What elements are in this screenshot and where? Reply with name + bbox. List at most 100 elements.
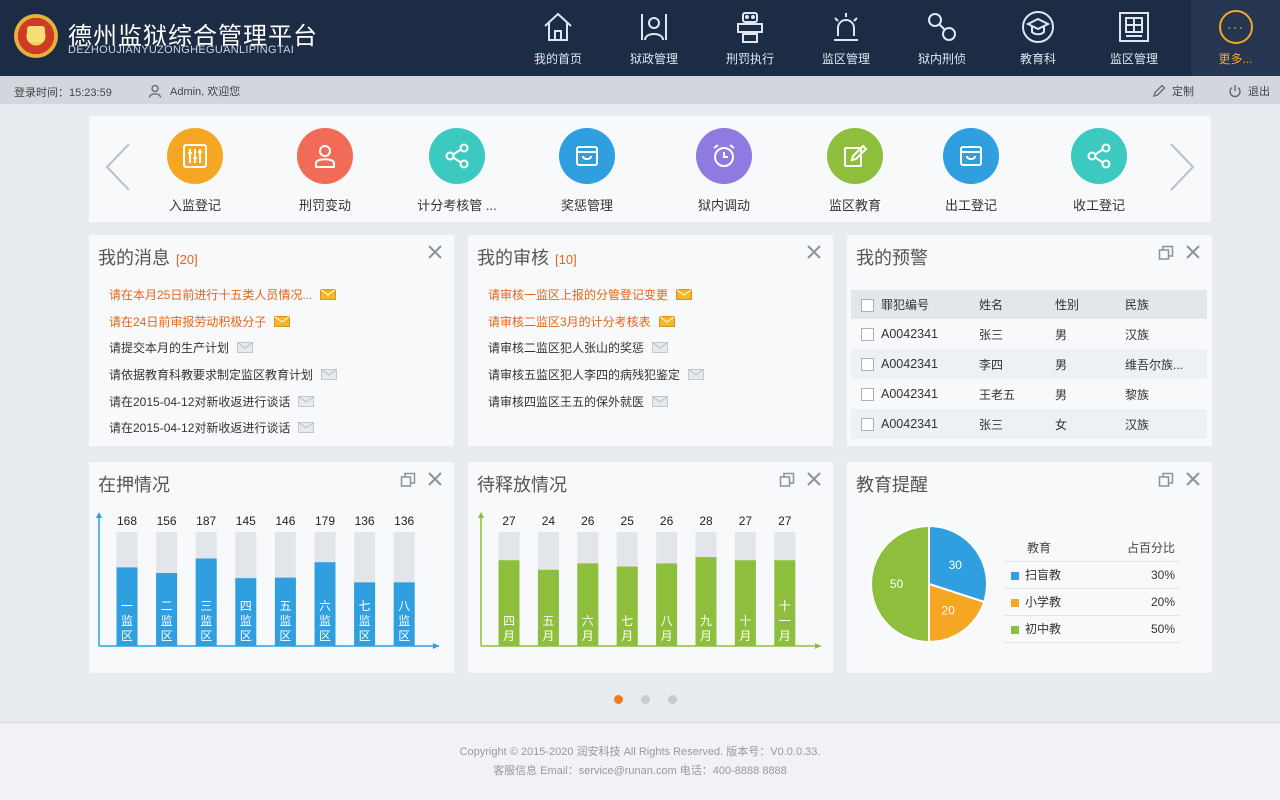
row-checkbox[interactable] [861, 388, 874, 402]
nav-item-education[interactable]: 教育科 [990, 0, 1086, 76]
nav-item-prison-admin[interactable]: 狱政管理 [606, 0, 702, 76]
table-cell: 女 [1055, 409, 1125, 439]
close-icon[interactable] [428, 472, 442, 486]
shortcut-ward-education[interactable]: 监区教育 [795, 128, 915, 214]
building-grid-icon [1119, 12, 1149, 42]
cart-box-icon [576, 146, 598, 166]
contact-text: 客服信息 Email：service@runan.com 电话：400-8888… [493, 765, 787, 777]
nav-item-penalty[interactable]: 刑罚执行 [702, 0, 798, 76]
x-axis-arrow [433, 643, 439, 649]
logout-button[interactable]: 退出 [1228, 83, 1270, 99]
panel-title: 我的消息 [20] [98, 244, 198, 270]
row-select-cell [851, 349, 881, 379]
slice-label: 50 [890, 577, 904, 591]
list-item[interactable]: 请审核一监区上报的分管登记变更 [488, 281, 704, 308]
restore-window-icon[interactable] [400, 472, 416, 488]
nav-label: 监区管理 [1109, 52, 1158, 66]
messages-title: 我的消息 [98, 248, 170, 268]
top-bar: 德州监狱综合管理平台 DEZHOUJIANYUZONGHEGUANLIPINGT… [0, 0, 1280, 76]
shortcut-penalty-change[interactable]: 刑罚变动 [265, 128, 385, 214]
nav-item-home[interactable]: 我的首页 [510, 0, 606, 76]
nav-item-ward[interactable]: 监区管理 [798, 0, 894, 76]
nav-item-ward-2[interactable]: 监区管理 [1086, 0, 1182, 76]
category-label: 监 [319, 614, 331, 628]
table-cell: 黎族 [1125, 387, 1150, 402]
close-icon[interactable] [428, 245, 442, 259]
list-item[interactable]: 请在24日前审报劳动积极分子 [109, 308, 337, 335]
table-row[interactable]: A0042341 李四男维吾尔族... [851, 349, 1207, 379]
close-icon[interactable] [807, 245, 821, 259]
select-all-checkbox[interactable] [861, 298, 874, 312]
row-checkbox[interactable] [861, 358, 874, 372]
nav-item-investigation[interactable]: 狱内刑侦 [894, 0, 990, 76]
list-item[interactable]: 请在2015-04-12对新收返进行谈话 [109, 388, 337, 415]
app-subtitle: DEZHOUJIANYUZONGHEGUANLIPINGTAI [68, 44, 295, 56]
shortcut-transfer[interactable]: 狱内调动 [664, 128, 784, 214]
shortcut-rewards[interactable]: 奖惩管理 [527, 128, 647, 214]
nav-label: 我的首页 [533, 52, 582, 66]
category-label: 区 [161, 629, 173, 643]
column-header: 罪犯编号 [881, 290, 979, 319]
page-dot[interactable] [641, 695, 650, 704]
list-item[interactable]: 请审核二监区犯人张山的奖惩 [488, 334, 704, 361]
category-label: 二 [161, 599, 173, 613]
page-dot[interactable] [614, 695, 623, 704]
list-item[interactable]: 请提交本月的生产计划 [109, 334, 337, 361]
ellipsis-icon: ··· [1218, 10, 1253, 44]
category-label: 六 [582, 614, 594, 628]
restore-window-icon[interactable] [1158, 472, 1174, 488]
nav-label: 狱内刑侦 [917, 52, 966, 66]
list-item[interactable]: 请依据教育科教要求制定监区教育计划 [109, 361, 338, 388]
education-panel: 教育提醒 30 20 50 教育 占百分比 扫盲教 30% 小学教 20% 初中教 50% [847, 462, 1212, 673]
nav-more-button[interactable]: ··· 更多... [1191, 0, 1280, 76]
close-icon[interactable] [1186, 245, 1200, 259]
category-label: 监 [161, 614, 173, 628]
data-label: 27 [739, 514, 753, 528]
category-label: 六 [319, 599, 331, 613]
alarm-light-icon [834, 13, 858, 41]
list-item[interactable]: 请审核二监区3月的计分考核表 [488, 308, 704, 335]
shortcut-score-assessment[interactable]: 计分考核管 ... [397, 128, 517, 214]
legend-row: 小学教 20% [1005, 588, 1179, 616]
data-label: 27 [502, 514, 516, 528]
row-checkbox[interactable] [861, 418, 874, 432]
panel-title: 我的审核 [10] [477, 244, 577, 270]
list-item[interactable]: 请在本月25日前进行十五类人员情况... [109, 281, 337, 308]
restore-window-icon[interactable] [1158, 245, 1174, 261]
shortcut-circle [429, 128, 485, 184]
shortcut-work-out[interactable]: 出工登记 [911, 128, 1031, 214]
close-icon[interactable] [807, 472, 821, 486]
user-info: Admin, 欢迎您 [148, 83, 240, 99]
row-select-cell [851, 409, 881, 439]
restore-window-icon[interactable] [779, 472, 795, 488]
table-row[interactable]: A0042341 张三 男 汉族 [851, 319, 1207, 349]
category-label: 监 [240, 614, 252, 628]
data-label: 27 [778, 514, 792, 528]
row-checkbox[interactable] [861, 328, 874, 342]
close-icon[interactable] [1186, 472, 1200, 486]
release-panel: 待释放情况 27 四月 24 五月 26 六月 25 七月 26 八月 28 九月 27 十月 27 十一月 [468, 462, 833, 673]
shortcut-work-in[interactable]: 收工登记 [1039, 128, 1159, 214]
reviews-count: [10] [555, 252, 577, 267]
table-cell: 汉族 [1125, 327, 1150, 342]
legend-percent: 20% [1095, 588, 1179, 616]
data-label: 156 [157, 514, 177, 528]
share-icon [1087, 143, 1111, 169]
legend-category: 扫盲教 [1025, 568, 1062, 582]
home-icon [544, 12, 572, 41]
row-select-cell [851, 319, 881, 349]
category-label: 监 [398, 614, 410, 628]
table-row[interactable]: A0042341 张三女汉族 [851, 409, 1207, 439]
list-item[interactable]: 请在2015-04-12对新收返进行谈话 [109, 414, 337, 441]
carousel-prev-arrow-icon[interactable] [103, 142, 133, 192]
list-item[interactable]: 请审核五监区犯人李四的病残犯鉴定 [488, 361, 705, 388]
shortcut-label: 计分考核管 ... [417, 198, 497, 213]
list-item[interactable]: 请审核四监区王五的保外就医 [488, 388, 704, 415]
category-label: 月 [621, 629, 633, 643]
shortcut-label: 入监登记 [168, 198, 221, 213]
page-dot[interactable] [668, 695, 677, 704]
carousel-next-arrow-icon[interactable] [1167, 142, 1197, 192]
shortcut-admission[interactable]: 入监登记 [135, 128, 255, 214]
table-row[interactable]: A0042341 王老五 男 黎族 [851, 379, 1207, 409]
customize-button[interactable]: 定制 [1152, 83, 1194, 99]
